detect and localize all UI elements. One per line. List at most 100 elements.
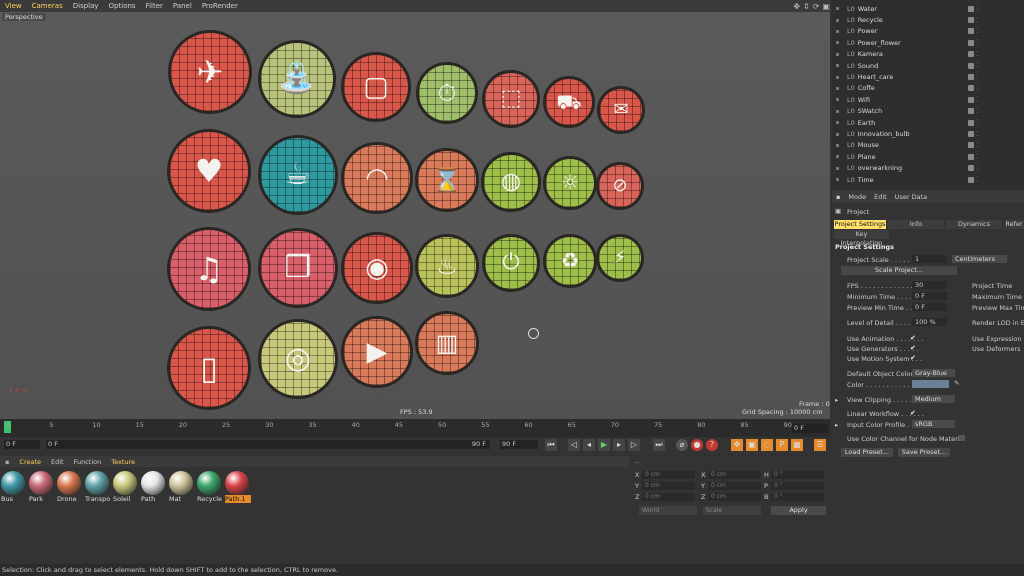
menu-filter[interactable]: Filter (141, 2, 168, 10)
use-generators-checkbox[interactable]: ✔ (910, 345, 917, 352)
object-row[interactable]: L0 Coffe ⁚ (832, 83, 1024, 94)
current-frame-field[interactable]: 0 F (792, 424, 828, 433)
visibility-tag-icon[interactable] (967, 17, 974, 24)
scale-project-button[interactable]: Scale Project... (841, 266, 957, 275)
icon-badge[interactable]: ⬚ (482, 70, 540, 128)
autokey-icon[interactable]: ? (706, 439, 718, 451)
play-icon[interactable]: ▶ (598, 439, 610, 451)
menu-create[interactable]: Create (14, 458, 46, 466)
icon-badge[interactable]: ◍ (481, 152, 541, 212)
visibility-dots-icon[interactable]: ⁚ (977, 153, 979, 160)
icon-badge[interactable]: ⏻ (482, 234, 540, 292)
object-row[interactable]: L0 Power ⁚ (832, 26, 1024, 37)
menu-display[interactable]: Display (68, 2, 104, 10)
lod-field[interactable]: 100 % (912, 318, 947, 326)
visibility-tag-icon[interactable] (967, 39, 974, 46)
visibility-tag-icon[interactable] (967, 28, 974, 35)
coord-position-field[interactable]: 0 cm (642, 482, 695, 490)
rotate-view-icon[interactable]: ⟳ (813, 2, 820, 11)
timeline-ruler[interactable]: 0 5 10 15 20 25 30 35 40 45 50 55 60 65 70 75 80 85 90 0 F (0, 419, 830, 437)
min-time-field[interactable]: 0 F (912, 292, 947, 300)
frame-range-slider[interactable]: 0 F 90 F (46, 440, 490, 449)
object-row[interactable]: L0 Mouse ⁚ (832, 140, 1024, 151)
coord-size-field[interactable]: 0 cm (708, 471, 761, 479)
visibility-dots-icon[interactable]: ⁚ (977, 85, 979, 92)
menu-panel[interactable]: Panel (168, 2, 197, 10)
icon-badge[interactable]: ⛟ (543, 76, 595, 128)
icon-badge[interactable]: ⛲ (258, 40, 336, 118)
go-to-end-icon[interactable]: ⏭ (653, 439, 665, 451)
prev-frame-icon[interactable]: ◂ (583, 439, 595, 451)
icon-badge[interactable]: ⊘ (596, 162, 644, 210)
visibility-dots-icon[interactable]: ⁚ (977, 28, 979, 35)
icon-badge[interactable]: ⚡ (596, 234, 644, 282)
zoom-view-icon[interactable]: ⇕ (803, 2, 810, 11)
object-row[interactable]: L0 Recycle ⁚ (832, 14, 1024, 25)
visibility-dots-icon[interactable]: ⁚ (977, 119, 979, 126)
visibility-tag-icon[interactable] (967, 74, 974, 81)
icon-badge[interactable]: ☕ (258, 135, 338, 215)
prev-key-icon[interactable]: ◁ (568, 439, 580, 451)
material-swatch[interactable]: Park (29, 471, 55, 503)
coord-rotation-field[interactable]: 0 ° (771, 482, 824, 490)
icon-badge[interactable]: ❒ (258, 228, 338, 308)
icon-badge[interactable]: ▥ (415, 311, 479, 375)
material-swatch[interactable]: Drone (57, 471, 83, 503)
coord-mode-dropdown[interactable]: World (639, 506, 697, 515)
icon-badge[interactable]: ◉ (341, 232, 413, 304)
visibility-dots-icon[interactable]: ⁚ (977, 142, 979, 149)
icon-badge[interactable]: ♫ (167, 227, 251, 311)
menu-user-data[interactable]: User Data (891, 193, 931, 201)
visibility-tag-icon[interactable] (967, 5, 974, 12)
end-frame-field[interactable]: 90 F (500, 440, 538, 449)
visibility-tag-icon[interactable] (967, 142, 974, 149)
eyedropper-icon[interactable]: ✎ (954, 379, 959, 387)
menu-cameras[interactable]: Cameras (27, 2, 68, 10)
scale-key-icon[interactable]: ▣ (746, 439, 758, 451)
visibility-dots-icon[interactable]: ⁚ (977, 62, 979, 69)
visibility-dots-icon[interactable]: ⁚ (977, 74, 979, 81)
use-animation-checkbox[interactable]: ✔ (910, 335, 917, 342)
visibility-tag-icon[interactable] (967, 51, 974, 58)
color-swatch[interactable] (912, 380, 949, 388)
material-swatch[interactable]: Path (141, 471, 167, 503)
icon-badge[interactable]: ▢ (341, 52, 411, 122)
icon-badge[interactable]: ◠ (341, 142, 413, 214)
visibility-tag-icon[interactable] (967, 108, 974, 115)
menu-prorender[interactable]: ProRender (197, 2, 243, 10)
coord-rotation-field[interactable]: 0 ° (771, 493, 824, 501)
icon-badge[interactable]: ⌛ (415, 148, 479, 212)
object-row[interactable]: L0 SWatch ⁚ (832, 106, 1024, 117)
visibility-tag-icon[interactable] (967, 119, 974, 126)
icon-badge[interactable]: ▶ (341, 316, 413, 388)
icon-badge[interactable]: ⏱ (416, 62, 478, 124)
default-color-dropdown[interactable]: Gray-Blue (912, 369, 955, 377)
visibility-tag-icon[interactable] (967, 176, 974, 183)
visibility-tag-icon[interactable] (967, 85, 974, 92)
visibility-tag-icon[interactable] (967, 153, 974, 160)
material-swatch[interactable]: Soleil (113, 471, 139, 503)
coord-size-dropdown[interactable]: Scale (703, 506, 761, 515)
object-row[interactable]: L0 Water ⁚ (832, 3, 1024, 14)
menu-function[interactable]: Function (69, 458, 107, 466)
menu-options[interactable]: Options (104, 2, 141, 10)
object-row[interactable]: L0 Plane ⁚ (832, 151, 1024, 162)
material-swatch[interactable]: Transpo (85, 471, 111, 503)
pla-key-icon[interactable]: ▦ (791, 439, 803, 451)
rotate-key-icon[interactable]: ◌ (761, 439, 773, 451)
menu-view[interactable]: View (0, 2, 27, 10)
material-swatch[interactable]: Mat (169, 471, 195, 503)
object-row[interactable]: L0 Sound ⁚ (832, 60, 1024, 71)
node-material-checkbox[interactable] (959, 435, 965, 441)
coord-position-field[interactable]: 0 cm (642, 471, 695, 479)
visibility-tag-icon[interactable] (967, 165, 974, 172)
view-clipping-dropdown[interactable]: Medium (912, 395, 955, 403)
tab-key-interpolation[interactable]: Key Interpolation (834, 230, 889, 247)
tab-dynamics[interactable]: Dynamics (946, 220, 1002, 229)
visibility-tag-icon[interactable] (967, 96, 974, 103)
save-preset-button[interactable]: Save Preset... (898, 448, 950, 457)
icon-badge[interactable]: ♨ (415, 234, 479, 298)
icon-badge[interactable]: ▯ (167, 326, 251, 410)
visibility-dots-icon[interactable]: ⁚ (977, 51, 979, 58)
record-icon[interactable]: ● (691, 439, 703, 451)
